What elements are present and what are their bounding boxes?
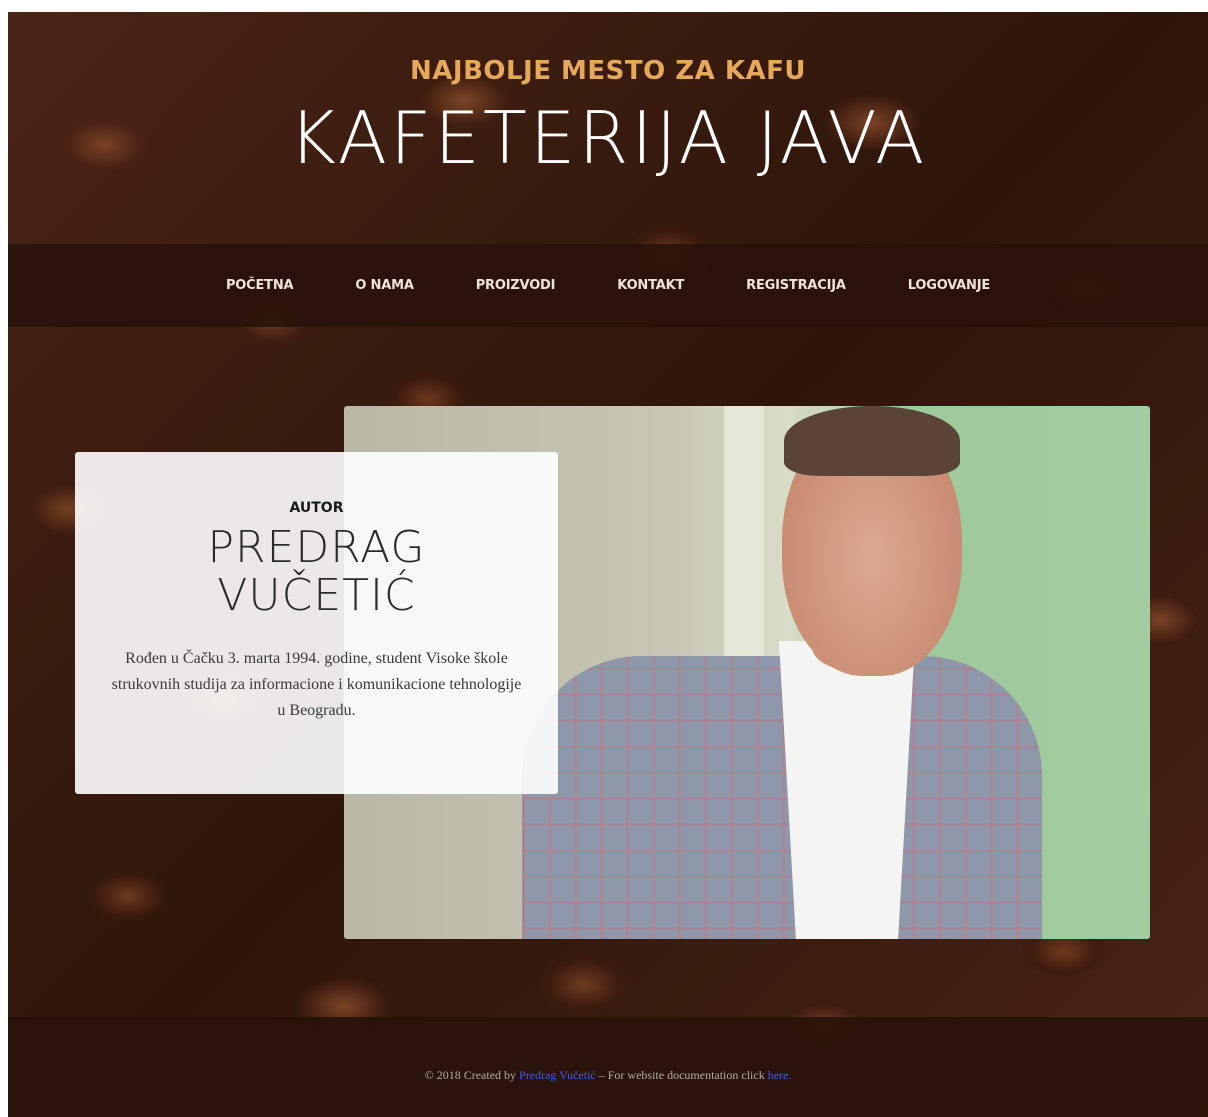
footer-text: © 2018 Created by Predrag Vučetić – For … — [8, 1068, 1208, 1083]
author-label: AUTOR — [289, 500, 344, 516]
page: NAJBOLJE MESTO ZA KAFU KAFETERIJA JAVA P… — [8, 12, 1208, 1117]
footer-middle: – For website documentation click — [595, 1068, 768, 1082]
nav-item-logovanje[interactable]: LOGOVANJE — [877, 278, 1021, 293]
author-name: PREDRAG VUČETIĆ — [75, 524, 558, 620]
photo-jacket — [522, 656, 1042, 939]
main-nav: POČETNA O NAMA PROIZVODI KONTAKT REGISTR… — [8, 244, 1208, 327]
author-name-last: VUČETIĆ — [217, 570, 416, 621]
site-tagline: NAJBOLJE MESTO ZA KAFU — [410, 56, 806, 86]
nav-item-kontakt[interactable]: KONTAKT — [586, 278, 715, 293]
footer-author-link[interactable]: Predrag Vučetić — [519, 1068, 596, 1082]
nav-item-o-nama[interactable]: O NAMA — [324, 278, 444, 293]
author-card: AUTOR PREDRAG VUČETIĆ Rođen u Čačku 3. m… — [75, 452, 558, 794]
nav-item-registracija[interactable]: REGISTRACIJA — [715, 278, 877, 293]
footer-prefix: © 2018 Created by — [424, 1068, 520, 1082]
footer-doc-link[interactable]: here. — [768, 1068, 792, 1082]
nav-item-proizvodi[interactable]: PROIZVODI — [445, 278, 587, 293]
author-bio: Rođen u Čačku 3. marta 1994. godine, stu… — [111, 650, 522, 719]
site-footer: © 2018 Created by Predrag Vučetić – For … — [8, 1017, 1208, 1117]
author-name-first: PREDRAG — [207, 522, 426, 573]
hero-header: NAJBOLJE MESTO ZA KAFU KAFETERIJA JAVA — [8, 12, 1208, 244]
nav-item-pocetna[interactable]: POČETNA — [195, 278, 324, 293]
site-title: KAFETERIJA JAVA — [288, 96, 928, 180]
photo-hair — [784, 406, 960, 476]
